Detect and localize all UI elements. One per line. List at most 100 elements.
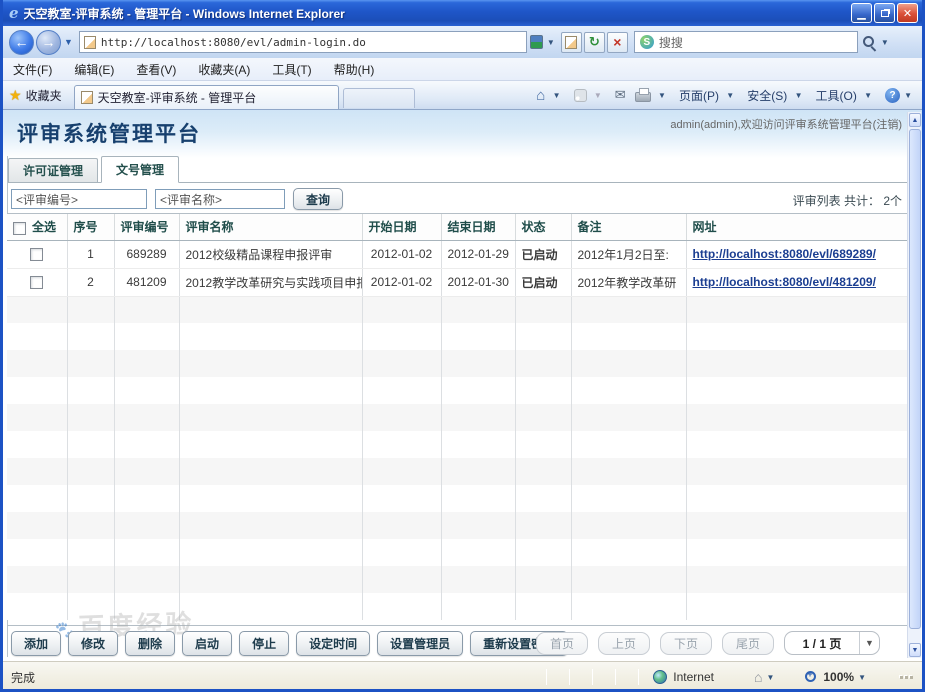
menu-help[interactable]: 帮助(H) bbox=[334, 61, 375, 78]
row-checkbox[interactable] bbox=[30, 276, 43, 289]
page-select[interactable]: 1 / 1 页 ▼ bbox=[784, 631, 880, 655]
stop-button[interactable]: × bbox=[607, 32, 628, 53]
close-button[interactable]: ✕ bbox=[897, 3, 918, 23]
scroll-up-icon[interactable]: ▲ bbox=[909, 113, 921, 127]
go-button[interactable] bbox=[561, 32, 582, 53]
page-indicator: 1 / 1 页 bbox=[785, 635, 859, 652]
zoom-level[interactable]: 100% bbox=[823, 670, 854, 684]
tab-license-management[interactable]: 许可证管理 bbox=[8, 158, 98, 182]
table-row: 1 689289 2012校级精品课程申报评审 2012-01-02 2012-… bbox=[7, 240, 913, 268]
review-name-input[interactable] bbox=[155, 189, 285, 209]
add-button[interactable]: 添加 bbox=[11, 631, 61, 656]
start-button[interactable]: 启动 bbox=[182, 631, 232, 656]
printer-icon bbox=[635, 92, 651, 102]
table-row: 2 481209 2012教学改革研究与实践项目申报 2012-01-02 20… bbox=[7, 268, 913, 296]
zoom-icon[interactable] bbox=[804, 670, 819, 685]
cell-review-code: 689289 bbox=[114, 240, 179, 268]
scrollbar-thumb[interactable] bbox=[909, 129, 921, 629]
empty-row bbox=[7, 593, 913, 620]
browser-tab[interactable]: 天空教室-评审系统 - 管理平台 bbox=[74, 85, 339, 109]
search-input[interactable]: S 搜搜 bbox=[634, 31, 858, 53]
browser-window: e 天空教室-评审系统 - 管理平台 - Windows Internet Ex… bbox=[0, 0, 925, 692]
restore-button[interactable] bbox=[874, 3, 895, 23]
page-scrollbar[interactable]: ▲ ▼ bbox=[907, 112, 921, 658]
review-site-link[interactable]: http://localhost:8080/evl/689289/ bbox=[693, 247, 876, 261]
empty-row bbox=[7, 431, 913, 458]
mail-button[interactable]: ✉ bbox=[615, 87, 626, 103]
mail-icon: ✉ bbox=[615, 87, 626, 103]
scroll-down-icon[interactable]: ▼ bbox=[909, 643, 921, 657]
page-icon bbox=[565, 36, 577, 49]
module-tabs: 许可证管理 文号管理 bbox=[8, 156, 911, 183]
delete-button[interactable]: 删除 bbox=[125, 631, 175, 656]
empty-row bbox=[7, 512, 913, 539]
menu-bar: 文件(F) 编辑(E) 查看(V) 收藏夹(A) 工具(T) 帮助(H) bbox=[3, 58, 922, 81]
new-tab-stub[interactable] bbox=[343, 88, 415, 108]
page-title: 评审系统管理平台 bbox=[17, 118, 201, 148]
compatibility-view-icon[interactable] bbox=[530, 35, 543, 49]
tools-menu[interactable]: 工具(O) ▼ bbox=[815, 87, 876, 104]
cell-remark: 2012年教学改革研 bbox=[571, 268, 686, 296]
cell-status: 已启动 bbox=[515, 268, 571, 296]
status-bar: 完成 Internet ⌂ ▼ 100% ▼ bbox=[3, 661, 922, 692]
header-status: 状态 bbox=[515, 214, 571, 240]
first-page-button[interactable]: 首页 bbox=[536, 632, 588, 655]
back-button[interactable]: ← bbox=[9, 30, 34, 55]
refresh-icon: ↻ bbox=[589, 34, 600, 50]
menu-tools[interactable]: 工具(T) bbox=[272, 61, 311, 78]
favorites-star-icon[interactable]: ★ bbox=[9, 87, 22, 104]
address-dropdown-icon[interactable]: ▼ bbox=[547, 38, 555, 47]
page-content: 评审系统管理平台 admin(admin),欢迎访问评审系统管理平台(注销) 许… bbox=[3, 110, 922, 661]
review-code-input[interactable] bbox=[11, 189, 147, 209]
set-time-button[interactable]: 设定时间 bbox=[296, 631, 370, 656]
cell-review-code: 481209 bbox=[114, 268, 179, 296]
review-count: 评审列表 共计： 2个 bbox=[793, 192, 902, 209]
feed-button[interactable]: ▼ bbox=[574, 88, 606, 102]
page-menu[interactable]: 页面(P) ▼ bbox=[679, 87, 738, 104]
minimize-button[interactable]: ▁ bbox=[851, 3, 872, 23]
empty-row bbox=[7, 323, 913, 350]
header-end-date: 结束日期 bbox=[441, 214, 515, 240]
forward-button[interactable]: → bbox=[36, 30, 61, 55]
row-checkbox[interactable] bbox=[30, 248, 43, 261]
menu-file[interactable]: 文件(F) bbox=[13, 61, 52, 78]
modify-button[interactable]: 修改 bbox=[68, 631, 118, 656]
prev-page-button[interactable]: 上页 bbox=[598, 632, 650, 655]
stop-button-action[interactable]: 停止 bbox=[239, 631, 289, 656]
print-button[interactable]: ▼ bbox=[635, 88, 670, 102]
help-menu[interactable]: ?▼ bbox=[885, 88, 916, 103]
search-magnifier-icon[interactable] bbox=[862, 35, 877, 50]
search-dropdown-icon[interactable]: ▼ bbox=[881, 38, 889, 47]
favorites-label[interactable]: 收藏夹 bbox=[26, 87, 62, 104]
address-input[interactable]: http://localhost:8080/evl/admin-login.do bbox=[79, 31, 527, 53]
resize-grip[interactable] bbox=[900, 676, 914, 679]
review-table: 全选 序号 评审编号 评审名称 开始日期 结束日期 状态 备注 网址 1 bbox=[7, 213, 913, 626]
security-menu[interactable]: 安全(S) ▼ bbox=[747, 87, 806, 104]
home-button[interactable]: ⌂ ▼ bbox=[536, 87, 564, 104]
menu-view[interactable]: 查看(V) bbox=[136, 61, 176, 78]
page-select-arrow-icon[interactable]: ▼ bbox=[859, 632, 879, 654]
protected-mode-icon[interactable]: ⌂ bbox=[754, 669, 762, 685]
header-select-all: 全选 bbox=[32, 220, 56, 234]
history-dropdown-icon[interactable]: ▼ bbox=[64, 37, 73, 47]
cell-start-date: 2012-01-02 bbox=[362, 268, 441, 296]
review-site-link[interactable]: http://localhost:8080/evl/481209/ bbox=[693, 275, 876, 289]
last-page-button[interactable]: 尾页 bbox=[722, 632, 774, 655]
zoom-dropdown-icon[interactable]: ▼ bbox=[858, 673, 866, 682]
welcome-text[interactable]: admin(admin),欢迎访问评审系统管理平台(注销) bbox=[670, 116, 902, 132]
action-buttons: 添加 修改 删除 启动 停止 设定时间 设置管理员 重新设置密码 bbox=[11, 631, 575, 656]
table-empty-rows bbox=[7, 296, 913, 620]
menu-favorites[interactable]: 收藏夹(A) bbox=[198, 61, 250, 78]
refresh-button[interactable]: ↻ bbox=[584, 32, 605, 53]
next-page-button[interactable]: 下页 bbox=[660, 632, 712, 655]
protected-mode-dropdown-icon[interactable]: ▼ bbox=[766, 673, 774, 682]
site-favicon-icon bbox=[84, 36, 96, 49]
select-all-checkbox[interactable] bbox=[13, 222, 26, 235]
set-admin-button[interactable]: 设置管理员 bbox=[377, 631, 463, 656]
cell-seq: 1 bbox=[67, 240, 114, 268]
menu-edit[interactable]: 编辑(E) bbox=[74, 61, 114, 78]
tab-title: 天空教室-评审系统 - 管理平台 bbox=[98, 89, 257, 106]
header-start-date: 开始日期 bbox=[362, 214, 441, 240]
tab-document-management[interactable]: 文号管理 bbox=[101, 156, 179, 183]
query-button[interactable]: 查询 bbox=[293, 188, 343, 210]
